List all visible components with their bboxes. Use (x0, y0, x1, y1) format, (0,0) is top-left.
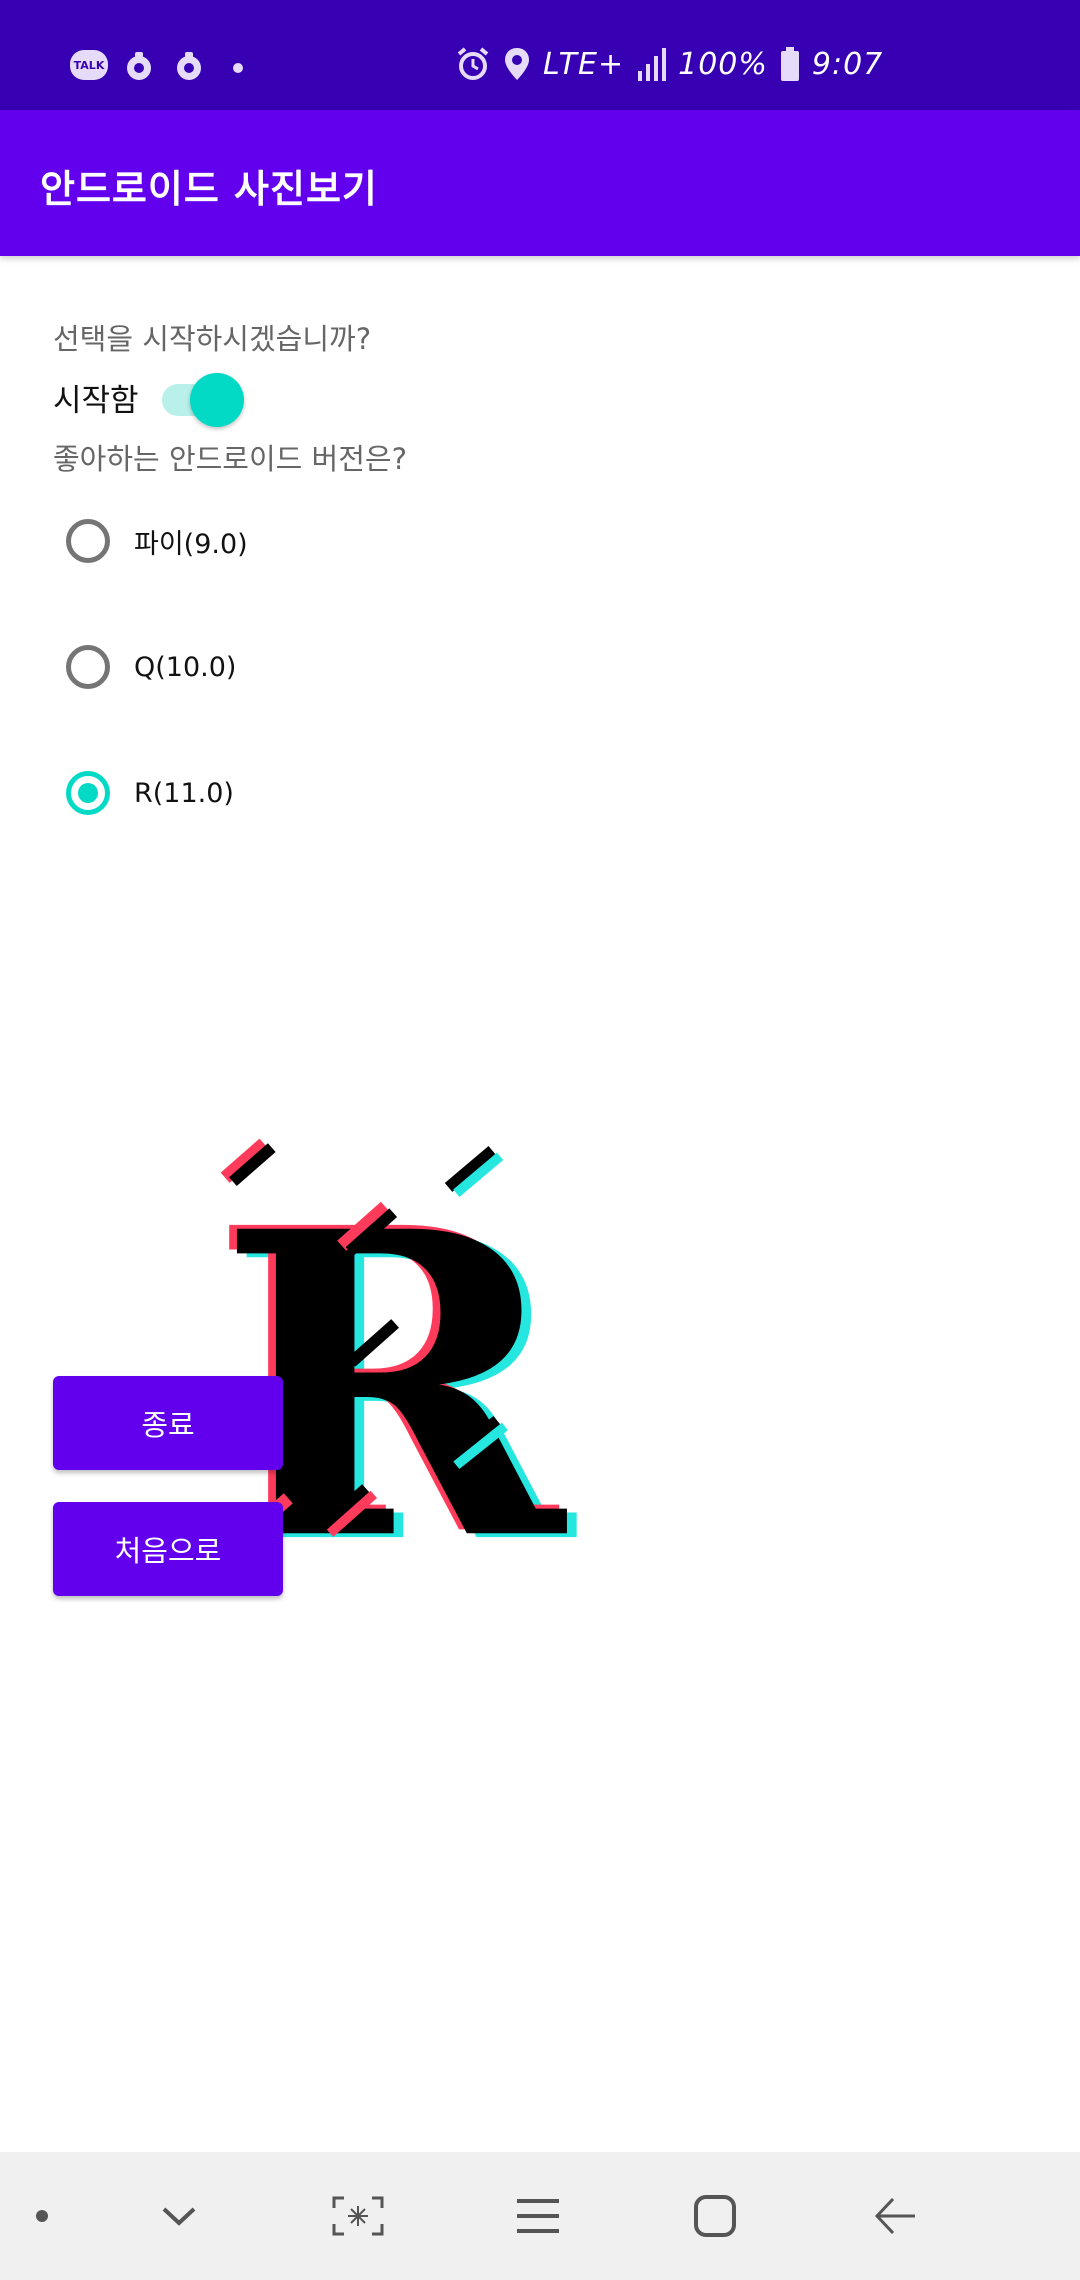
app-title: 안드로이드 사진보기 (40, 167, 378, 211)
chevron-down-icon (162, 2207, 196, 2226)
radio-label: R(11.0) (134, 777, 234, 809)
radio-option-pie[interactable]: 파이(9.0) (66, 511, 248, 571)
screenshot-icon (332, 2196, 384, 2236)
home-icon (694, 2195, 736, 2237)
nav-hide-button[interactable] (124, 2152, 234, 2280)
signal-icon (638, 48, 667, 81)
status-bar: TALK LTE+ 100% 9:07 (0, 0, 1080, 110)
nav-screenshot-button[interactable] (303, 2152, 413, 2280)
talk-icon: TALK (70, 50, 108, 80)
nav-back-button[interactable] (840, 2152, 950, 2280)
switch-thumb (190, 373, 244, 427)
app-bar: 안드로이드 사진보기 (0, 110, 1080, 256)
radio-button[interactable] (66, 645, 110, 689)
nav-home-button[interactable] (660, 2152, 770, 2280)
back-icon (874, 2197, 915, 2235)
radio-button-checked[interactable] (66, 771, 110, 815)
lte-icon: LTE+ (543, 46, 625, 82)
radio-label: 파이(9.0) (134, 528, 248, 560)
android-version-image: R R R (210, 1137, 580, 1576)
app-notification-icon (127, 52, 151, 80)
more-dot-icon (233, 63, 243, 73)
restart-button[interactable]: 처음으로 (53, 1502, 283, 1596)
nav-dot-button[interactable] (0, 2152, 97, 2280)
exit-button[interactable]: 종료 (53, 1376, 283, 1470)
switch-label: 시작함 (53, 383, 139, 419)
nav-recents-button[interactable] (483, 2152, 593, 2280)
start-question-text: 선택을 시작하시겠습니까? (53, 322, 372, 356)
recents-icon (517, 2199, 559, 2233)
location-icon (505, 48, 529, 80)
app-notification-icon (177, 52, 201, 80)
version-question-text: 좋아하는 안드로이드 버전은? (53, 442, 407, 476)
battery-icon (780, 47, 799, 81)
radio-option-r[interactable]: R(11.0) (66, 763, 234, 823)
navigation-bar (0, 2152, 1080, 2280)
battery-percent: 100% (678, 46, 768, 82)
radio-option-q[interactable]: Q(10.0) (66, 637, 236, 697)
status-bar-right: LTE+ 100% 9:07 (455, 44, 883, 84)
radio-label: Q(10.0) (134, 651, 237, 683)
start-switch[interactable] (158, 371, 244, 427)
alarm-icon (457, 47, 489, 80)
radio-button[interactable] (66, 519, 110, 563)
dot-icon (36, 2210, 48, 2222)
clock: 9:07 (811, 46, 884, 82)
